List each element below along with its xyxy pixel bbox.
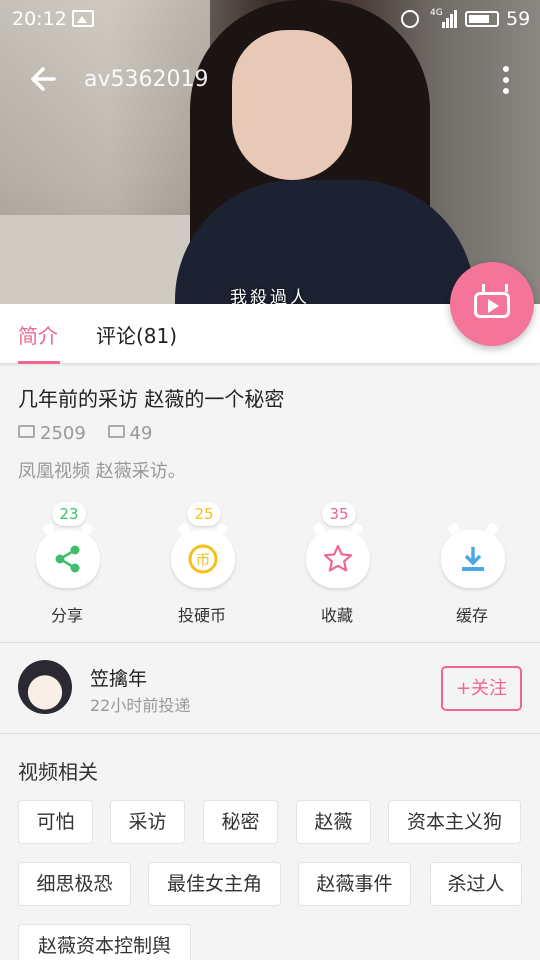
related-tag[interactable]: 细思极恐	[18, 862, 131, 906]
share-button[interactable]: 23 分享	[22, 498, 112, 628]
network-type: 4G	[430, 8, 443, 18]
video-intro: 几年前的采访 赵薇的一个秘密 2509 49 凤凰视频 赵薇采访。	[18, 383, 518, 482]
tab-comments[interactable]: 评论(81)	[96, 320, 177, 349]
video-player[interactable]: 我殺過人	[0, 0, 540, 304]
status-time: 20:12	[12, 8, 67, 30]
back-arrow-icon[interactable]	[26, 61, 62, 97]
alarm-icon	[401, 10, 419, 28]
related-tag[interactable]: 秘密	[203, 800, 278, 844]
coin-count: 25	[187, 502, 221, 526]
image-notification-icon	[72, 10, 94, 27]
uploader-name[interactable]: 笠擒年	[90, 664, 147, 691]
related-tag[interactable]: 赵薇	[296, 800, 371, 844]
related-tag[interactable]: 采访	[110, 800, 185, 844]
tab-intro[interactable]: 简介	[18, 320, 58, 349]
battery-icon	[465, 11, 499, 27]
coin-label: 投硬币	[177, 606, 226, 625]
uploader-row: 笠擒年 22小时前投递 +关注	[0, 644, 540, 734]
cache-circle	[441, 530, 505, 588]
related-tag[interactable]: 最佳女主角	[148, 862, 281, 906]
favorite-button[interactable]: 35 收藏	[292, 498, 382, 628]
action-row: 23 分享 25 币 投硬币 35 收藏 缓存	[0, 498, 540, 643]
star-icon	[323, 544, 353, 574]
app-bar: av5362019	[0, 55, 540, 105]
danmaku-count: 49	[129, 423, 153, 444]
battery-level: 59	[506, 8, 531, 30]
related-tag[interactable]: 赵薇事件	[298, 862, 411, 906]
cache-button[interactable]: 缓存	[427, 498, 517, 628]
svg-text:币: 币	[195, 551, 210, 569]
play-count: 2509	[40, 423, 86, 444]
danmaku-count-icon	[107, 425, 125, 438]
uploader-avatar[interactable]	[18, 660, 72, 714]
related-tag[interactable]: 可怕	[18, 800, 93, 844]
related-tag[interactable]: 资本主义狗	[388, 800, 521, 844]
follow-button[interactable]: +关注	[441, 666, 522, 711]
video-description: 凤凰视频 赵薇采访。	[18, 461, 186, 482]
share-count: 23	[52, 502, 86, 526]
related-tag[interactable]: 杀过人	[430, 862, 522, 906]
cache-label: 缓存	[455, 606, 488, 625]
coin-icon: 币	[188, 544, 218, 574]
share-circle	[36, 530, 100, 588]
video-title: 几年前的采访 赵薇的一个秘密	[18, 387, 285, 411]
favorite-count: 35	[322, 502, 356, 526]
more-options-icon[interactable]	[494, 63, 518, 97]
video-stats: 2509 49	[18, 423, 168, 444]
video-id-title: av5362019	[84, 67, 209, 92]
favorite-circle	[306, 530, 370, 588]
video-person-face	[232, 30, 352, 180]
status-bar: 20:12 4G 59	[0, 0, 540, 38]
share-icon	[53, 544, 83, 574]
signal-icon: 4G	[430, 8, 457, 30]
upload-time: 22小时前投递	[90, 696, 191, 715]
tv-play-icon	[474, 292, 510, 318]
share-label: 分享	[50, 606, 83, 625]
coin-button[interactable]: 25 币 投硬币	[157, 498, 247, 628]
related-tag[interactable]: 赵薇资本控制舆论	[18, 924, 191, 960]
play-tv-button[interactable]	[450, 262, 534, 346]
download-icon	[458, 544, 488, 574]
tab-indicator	[18, 361, 60, 364]
coin-circle: 币	[171, 530, 235, 588]
favorite-label: 收藏	[320, 606, 353, 625]
play-count-icon	[18, 425, 35, 438]
related-title: 视频相关	[18, 760, 98, 784]
